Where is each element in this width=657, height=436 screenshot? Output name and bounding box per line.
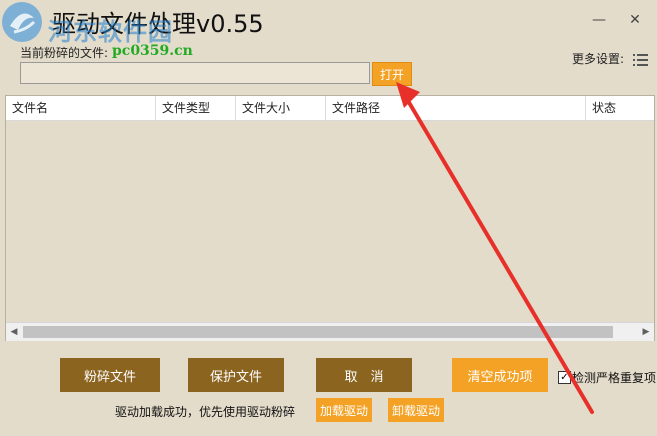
scroll-thumb[interactable] [23,326,613,338]
clear-success-button[interactable]: 清空成功项 [452,358,548,392]
table-header: 文件名 文件类型 文件大小 文件路径 状态 [6,96,654,121]
protect-file-button[interactable]: 保护文件 [188,358,284,392]
load-driver-button[interactable]: 加载驱动 [316,398,372,422]
watermark-url: pc0359.cn [112,43,193,59]
strict-duplicate-label: 检测严格重复项 [572,371,657,385]
scroll-right-arrow-icon[interactable]: ▶ [638,323,654,341]
current-file-label: 当前粉碎的文件: [20,46,109,60]
column-header-status[interactable]: 状态 [586,96,654,120]
column-header-filesize[interactable]: 文件大小 [236,96,326,120]
shred-file-button[interactable]: 粉碎文件 [60,358,160,392]
scroll-left-arrow-icon[interactable]: ◀ [6,323,22,341]
more-settings-label: 更多设置: [572,52,625,66]
watermark-site-name: 河东软件园 [48,18,173,46]
open-button[interactable]: 打开 [372,62,412,86]
column-header-filename[interactable]: 文件名 [6,96,156,120]
unload-driver-button[interactable]: 卸载驱动 [388,398,444,422]
watermark-logo-icon [2,2,42,42]
current-file-input[interactable] [20,62,370,84]
close-button[interactable]: ✕ [620,8,650,32]
strict-duplicate-checkbox[interactable]: ✓ [558,371,571,384]
list-icon[interactable] [632,52,650,68]
horizontal-scrollbar[interactable]: ◀ ▶ [6,322,654,341]
file-table: 文件名 文件类型 文件大小 文件路径 状态 ◀ ▶ [5,95,655,341]
minimize-button[interactable]: — [584,8,614,32]
column-header-filetype[interactable]: 文件类型 [156,96,236,120]
cancel-button[interactable]: 取 消 [316,358,412,392]
column-header-filepath[interactable]: 文件路径 [326,96,586,120]
status-message: 驱动加载成功，优先使用驱动粉碎 [115,405,296,419]
